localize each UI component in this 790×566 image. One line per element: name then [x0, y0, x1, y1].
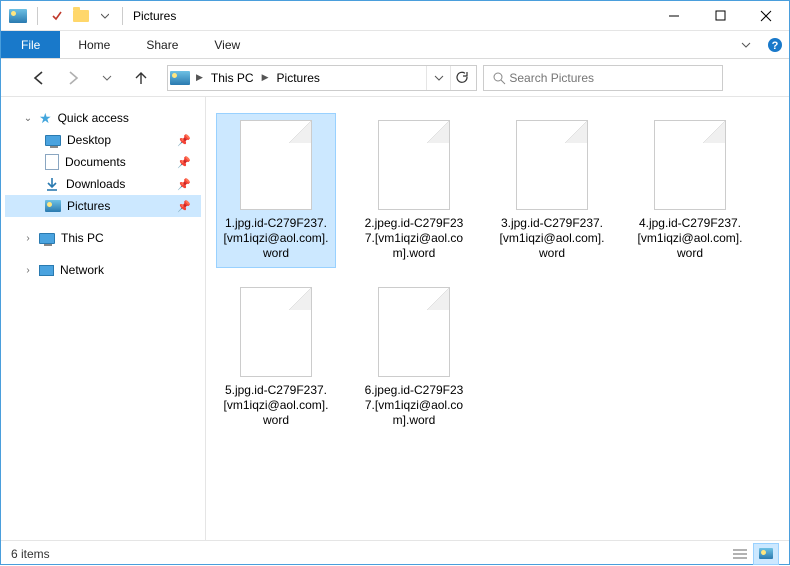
- search-box[interactable]: [483, 65, 723, 91]
- ribbon-file-tab[interactable]: File: [1, 31, 60, 58]
- svg-text:?: ?: [772, 40, 779, 52]
- file-icon: [516, 120, 588, 210]
- quick-access-toolbar: [7, 5, 116, 27]
- tree-label: Documents: [65, 155, 126, 169]
- qat-dropdown[interactable]: [94, 5, 116, 27]
- ribbon-tab-home[interactable]: Home: [60, 31, 128, 58]
- file-icon: [240, 120, 312, 210]
- picture-icon: [45, 200, 61, 212]
- tree-item-pictures[interactable]: Pictures 📌: [5, 195, 201, 217]
- tree-quick-access[interactable]: ⌄ ★ Quick access: [5, 107, 201, 129]
- file-item[interactable]: 6.jpeg.id-C279F237.[vm1iqzi@aol.com].wor…: [354, 280, 474, 435]
- desktop-icon: [45, 135, 61, 146]
- ribbon-tab-view[interactable]: View: [196, 31, 258, 58]
- ribbon: File Home Share View ?: [1, 31, 789, 59]
- file-item[interactable]: 5.jpg.id-C279F237.[vm1iqzi@aol.com].word: [216, 280, 336, 435]
- file-list[interactable]: 1.jpg.id-C279F237.[vm1iqzi@aol.com].word…: [206, 97, 789, 540]
- tree-label: Quick access: [58, 111, 129, 125]
- separator: [37, 7, 38, 25]
- download-icon: [45, 177, 60, 192]
- file-item[interactable]: 4.jpg.id-C279F237.[vm1iqzi@aol.com].word: [630, 113, 750, 268]
- chevron-right-icon[interactable]: ▶: [196, 72, 203, 83]
- back-button[interactable]: [25, 64, 53, 92]
- status-bar: 6 items: [1, 540, 789, 566]
- tree-label: Desktop: [67, 133, 111, 147]
- item-count: 6 items: [11, 547, 50, 561]
- file-item[interactable]: 1.jpg.id-C279F237.[vm1iqzi@aol.com].word: [216, 113, 336, 268]
- maximize-button[interactable]: [697, 1, 743, 31]
- tree-item-documents[interactable]: Documents 📌: [5, 151, 201, 173]
- tree-label: Pictures: [67, 199, 110, 213]
- navigation-pane: ⌄ ★ Quick access Desktop 📌 Documents 📌 D…: [1, 97, 206, 540]
- qat-properties-button[interactable]: [46, 5, 68, 27]
- recent-locations-button[interactable]: [93, 64, 121, 92]
- file-item[interactable]: 2.jpeg.id-C279F237.[vm1iqzi@aol.com].wor…: [354, 113, 474, 268]
- qat-new-folder-button[interactable]: [70, 5, 92, 27]
- file-name: 6.jpeg.id-C279F237.[vm1iqzi@aol.com].wor…: [361, 383, 467, 428]
- chevron-down-icon[interactable]: ⌄: [23, 113, 33, 124]
- search-icon: [492, 71, 506, 85]
- file-name: 1.jpg.id-C279F237.[vm1iqzi@aol.com].word: [223, 216, 329, 261]
- file-icon: [240, 287, 312, 377]
- pin-icon: 📌: [177, 200, 191, 213]
- app-icon: [7, 5, 29, 27]
- breadcrumb-pictures[interactable]: Pictures: [275, 71, 322, 85]
- file-name: 5.jpg.id-C279F237.[vm1iqzi@aol.com].word: [223, 383, 329, 428]
- window-title: Pictures: [133, 9, 176, 23]
- title-bar: Pictures: [1, 1, 789, 31]
- tree-label: Network: [60, 263, 104, 277]
- file-icon: [378, 287, 450, 377]
- help-button[interactable]: ?: [761, 31, 789, 58]
- minimize-button[interactable]: [651, 1, 697, 31]
- tree-label: This PC: [61, 231, 104, 245]
- file-item[interactable]: 3.jpg.id-C279F237.[vm1iqzi@aol.com].word: [492, 113, 612, 268]
- pin-icon: 📌: [177, 156, 191, 169]
- ribbon-expand-button[interactable]: [731, 31, 761, 58]
- location-icon: [170, 71, 190, 85]
- file-name: 4.jpg.id-C279F237.[vm1iqzi@aol.com].word: [637, 216, 743, 261]
- pin-icon: 📌: [177, 134, 191, 147]
- network-icon: [39, 265, 54, 276]
- chevron-right-icon[interactable]: ›: [23, 265, 33, 276]
- forward-button[interactable]: [59, 64, 87, 92]
- document-icon: [45, 154, 59, 170]
- chevron-right-icon[interactable]: ▶: [262, 72, 269, 83]
- close-button[interactable]: [743, 1, 789, 31]
- refresh-button[interactable]: [450, 66, 474, 90]
- separator: [122, 7, 123, 25]
- tree-network[interactable]: › Network: [5, 259, 201, 281]
- ribbon-tab-share[interactable]: Share: [128, 31, 196, 58]
- file-icon: [378, 120, 450, 210]
- large-icons-view-button[interactable]: [753, 543, 779, 565]
- file-icon: [654, 120, 726, 210]
- up-button[interactable]: [127, 64, 155, 92]
- tree-item-desktop[interactable]: Desktop 📌: [5, 129, 201, 151]
- chevron-right-icon[interactable]: ›: [23, 233, 33, 244]
- address-bar[interactable]: ▶ This PC ▶ Pictures: [167, 65, 477, 91]
- navigation-bar: ▶ This PC ▶ Pictures: [1, 59, 789, 97]
- computer-icon: [39, 233, 55, 244]
- address-history-button[interactable]: [426, 66, 450, 90]
- pin-icon: 📌: [177, 178, 191, 191]
- search-input[interactable]: [509, 71, 714, 85]
- tree-label: Downloads: [66, 177, 125, 191]
- breadcrumb-this-pc[interactable]: This PC: [209, 71, 256, 85]
- file-name: 2.jpeg.id-C279F237.[vm1iqzi@aol.com].wor…: [361, 216, 467, 261]
- details-view-button[interactable]: [727, 543, 753, 565]
- tree-item-downloads[interactable]: Downloads 📌: [5, 173, 201, 195]
- file-name: 3.jpg.id-C279F237.[vm1iqzi@aol.com].word: [499, 216, 605, 261]
- tree-this-pc[interactable]: › This PC: [5, 227, 201, 249]
- star-icon: ★: [39, 110, 52, 127]
